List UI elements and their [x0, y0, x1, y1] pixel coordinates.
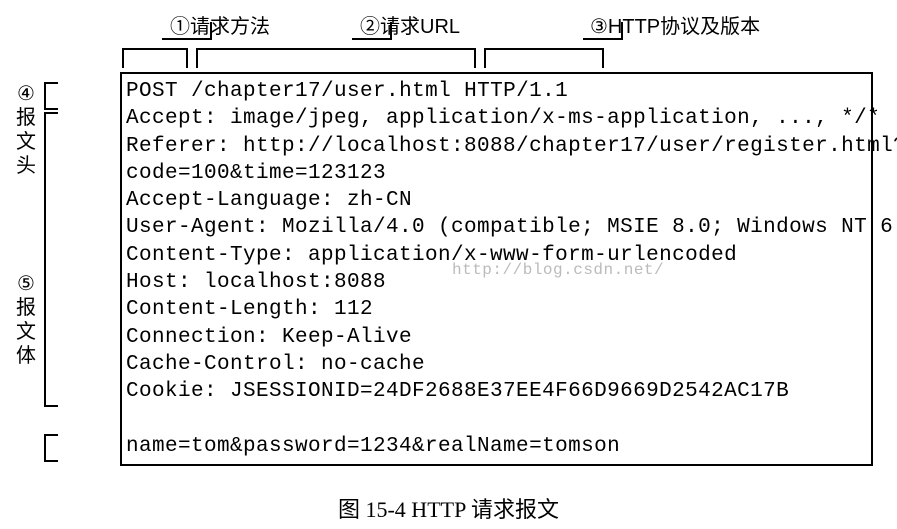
side-label-body: ⑤ 报 文 体 — [16, 272, 36, 368]
header-content-length: Content-Length: 112 — [126, 296, 867, 323]
side-label-headers-c1: 报 — [16, 106, 36, 130]
request-url: /chapter17/user.html — [191, 80, 451, 103]
header-accept-language: Accept-Language: zh-CN — [126, 187, 867, 214]
http-request-diagram: ④ 报 文 头 ⑤ 报 文 体 ①请求方法 ②请求URL ③HTTP协议及版本 … — [0, 10, 897, 466]
request-line: POST /chapter17/user.html HTTP/1.1 — [126, 78, 867, 105]
figure-caption: 图 15-4 HTTP 请求报文 — [0, 492, 897, 524]
request-body: name=tom&password=1234&realName=tomson — [126, 433, 867, 460]
side-label-headers-c3: 头 — [16, 154, 36, 178]
side-label-headers-c2: 文 — [16, 130, 36, 154]
side-label-headers: ④ 报 文 头 — [16, 82, 36, 178]
header-user-agent: User-Agent: Mozilla/4.0 (compatible; MSI… — [126, 214, 867, 241]
http-message-box: http://blog.csdn.net/ POST /chapter17/us… — [120, 72, 873, 466]
side-label-headers-num: ④ — [16, 82, 36, 106]
side-label-body-c2: 文 — [16, 320, 36, 344]
callout-url: ②请求URL — [360, 10, 460, 39]
side-label-body-c3: 体 — [16, 344, 36, 368]
blank-line — [126, 406, 867, 433]
callout-protocol: ③HTTP协议及版本 — [590, 10, 760, 39]
side-label-body-num: ⑤ — [16, 272, 36, 296]
header-cookie: Cookie: JSESSIONID=24DF2688E37EE4F66D966… — [126, 378, 867, 405]
side-label-body-c1: 报 — [16, 296, 36, 320]
bracket-url — [196, 48, 476, 68]
header-connection: Connection: Keep-Alive — [126, 324, 867, 351]
header-accept: Accept: image/jpeg, application/x-ms-app… — [126, 105, 867, 132]
request-method: POST — [126, 80, 178, 103]
header-referer-line2: code=100&time=123123 — [126, 160, 867, 187]
bracket-protocol — [484, 48, 604, 68]
bracket-body — [44, 434, 58, 462]
watermark-text: http://blog.csdn.net/ — [452, 260, 664, 281]
bracket-headers — [44, 112, 58, 407]
top-callouts: ①请求方法 ②请求URL ③HTTP协议及版本 — [120, 10, 887, 72]
header-referer-line1: Referer: http://localhost:8088/chapter17… — [126, 133, 867, 160]
bracket-request-line — [44, 82, 58, 110]
bracket-method — [122, 48, 188, 68]
header-cache-control: Cache-Control: no-cache — [126, 351, 867, 378]
callout-method: ①请求方法 — [170, 10, 270, 39]
request-protocol: HTTP/1.1 — [464, 80, 568, 103]
